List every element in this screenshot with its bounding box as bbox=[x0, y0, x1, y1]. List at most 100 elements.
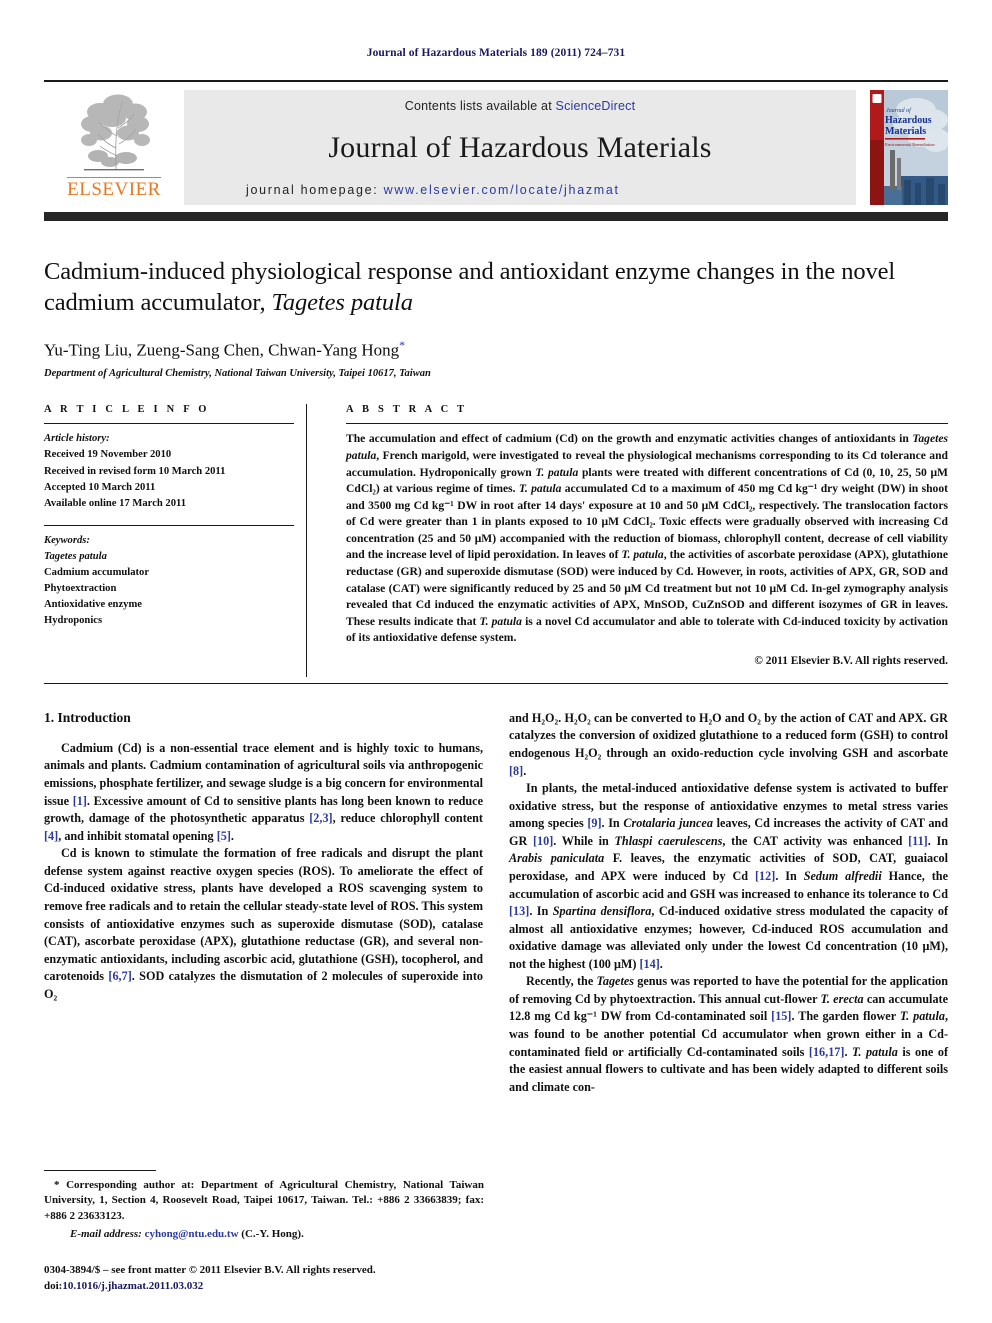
column-divider bbox=[306, 404, 307, 677]
citation-ref[interactable]: [16,17] bbox=[809, 1045, 845, 1059]
para-seg: . bbox=[230, 828, 234, 843]
history-item: Available online 17 March 2011 bbox=[44, 497, 187, 509]
article-page: Journal of Hazardous Materials 189 (2011… bbox=[0, 0, 992, 1323]
para-seg: Recently, the bbox=[526, 974, 597, 989]
citation-ref[interactable]: [9] bbox=[587, 816, 601, 830]
abstract-rule-top bbox=[346, 423, 948, 425]
body-column-left: 1. Introduction Cadmium (Cd) is a non-es… bbox=[44, 710, 483, 1096]
abstract-species: T. patula bbox=[518, 482, 562, 496]
author-names: Yu-Ting Liu, Zueng-Sang Chen, Chwan-Yang… bbox=[44, 340, 400, 360]
para-seg: . In bbox=[529, 904, 553, 919]
citation-ref[interactable]: [12] bbox=[755, 869, 775, 883]
citation-ref[interactable]: [4] bbox=[44, 829, 58, 843]
body-column-right: and H₂O₂. H₂O₂ can be converted to H₂O a… bbox=[509, 710, 948, 1096]
journal-title: Journal of Hazardous Materials bbox=[328, 131, 712, 164]
keyword-item: Hydroponics bbox=[44, 615, 103, 627]
elsevier-logo: ELSEVIER bbox=[44, 82, 184, 221]
journal-cover-thumbnail: Journal of Hazardous Materials Environme… bbox=[870, 90, 948, 205]
para-seg: and H₂O₂. H₂O₂ can be converted to H₂O a… bbox=[509, 710, 948, 761]
corresponding-author-note: * Corresponding author at: Department of… bbox=[44, 1178, 484, 1222]
footnote-block: * Corresponding author at: Department of… bbox=[44, 1169, 484, 1295]
sciencedirect-link[interactable]: ScienceDirect bbox=[556, 99, 636, 113]
para-seg: . bbox=[659, 956, 663, 971]
article-info-column: A R T I C L E I N F O Article history: R… bbox=[44, 404, 306, 667]
affiliation: Department of Agricultural Chemistry, Na… bbox=[44, 368, 431, 380]
citation-ref[interactable]: [5] bbox=[217, 829, 231, 843]
keyword-item: Phytoextraction bbox=[44, 583, 117, 595]
running-head: Journal of Hazardous Materials 189 (2011… bbox=[366, 47, 626, 59]
abstract-copyright: © 2011 Elsevier B.V. All rights reserved… bbox=[754, 654, 948, 667]
abstract-species: T. patula bbox=[535, 465, 579, 479]
elsevier-tree-icon bbox=[81, 94, 150, 171]
keywords-block: Keywords: Tagetes patula Cadmium accumul… bbox=[44, 533, 294, 630]
para-seg: . In bbox=[927, 833, 948, 848]
article-info-rule-top bbox=[44, 423, 294, 425]
species-name: T. patula bbox=[852, 1044, 898, 1059]
email-note: E-mail address: cyhong@ntu.edu.tw (C.-Y.… bbox=[44, 1227, 484, 1243]
species-name: Arabis paniculata bbox=[509, 851, 605, 866]
svg-text:Materials: Materials bbox=[885, 126, 926, 137]
para-seg: . bbox=[523, 763, 527, 778]
keyword-item: Cadmium accumulator bbox=[44, 567, 150, 579]
email-suffix: (C.-Y. Hong). bbox=[238, 1227, 304, 1240]
citation-ref[interactable]: [13] bbox=[509, 904, 529, 918]
paragraph: In plants, the metal-induced antioxidati… bbox=[509, 780, 948, 973]
elsevier-wordmark: ELSEVIER bbox=[67, 177, 161, 200]
citation-ref[interactable]: [14] bbox=[639, 957, 659, 971]
svg-text:Journal of: Journal of bbox=[886, 107, 912, 114]
para-seg: . While in bbox=[553, 833, 615, 848]
citation-ref[interactable]: [15] bbox=[771, 1009, 791, 1023]
citation-ref[interactable]: [8] bbox=[509, 764, 523, 778]
journal-homepage-line: journal homepage: www.elsevier.com/locat… bbox=[184, 183, 856, 197]
para-seg: . In bbox=[601, 816, 624, 831]
para-seg: . The garden flower bbox=[791, 1009, 900, 1024]
body-top-rule bbox=[44, 682, 948, 684]
title-block: Cadmium-induced physiological response a… bbox=[44, 257, 948, 379]
homepage-url-link[interactable]: www.elsevier.com/locate/jhazmat bbox=[384, 183, 620, 197]
info-abstract-region: A R T I C L E I N F O Article history: R… bbox=[44, 404, 948, 679]
para-seg: , the CAT activity was enhanced bbox=[722, 833, 909, 848]
issn-doi-block: 0304-3894/$ – see front matter © 2011 El… bbox=[44, 1263, 484, 1295]
citation-ref[interactable]: [6,7] bbox=[108, 969, 131, 983]
issn-line: 0304-3894/$ – see front matter © 2011 El… bbox=[44, 1264, 376, 1277]
doi-label: doi: bbox=[44, 1280, 63, 1293]
abstract-text: The accumulation and effect of cadmium (… bbox=[346, 431, 948, 647]
abstract-heading: A B S T R A C T bbox=[346, 404, 468, 416]
history-item: Accepted 10 March 2011 bbox=[44, 481, 156, 493]
para-seg: . In bbox=[775, 868, 804, 883]
citation-ref[interactable]: [10] bbox=[533, 834, 553, 848]
keywords-label: Keywords: bbox=[44, 534, 90, 546]
abstract-column: A B S T R A C T The accumulation and eff… bbox=[306, 404, 948, 667]
species-name: Thlaspi caerulescens bbox=[614, 833, 723, 848]
species-name: T. erecta bbox=[820, 991, 864, 1006]
doi-link[interactable]: 10.1016/j.jhazmat.2011.03.032 bbox=[62, 1280, 203, 1292]
contents-prefix: Contents lists available at bbox=[404, 99, 556, 113]
contents-available-line: Contents lists available at ScienceDirec… bbox=[184, 99, 856, 113]
abstract-species: T. patula bbox=[479, 614, 522, 628]
doi-line: doi:10.1016/j.jhazmat.2011.03.032 bbox=[44, 1279, 484, 1295]
paragraph: Cadmium (Cd) is a non-essential trace el… bbox=[44, 740, 483, 845]
paragraph: Recently, the Tagetes genus was reported… bbox=[509, 973, 948, 1096]
species-name: Tagetes bbox=[596, 974, 634, 989]
citation-ref[interactable]: [11] bbox=[908, 834, 928, 848]
corresponding-author-marker: * bbox=[399, 337, 406, 352]
species-name: T. patula bbox=[899, 1009, 945, 1024]
citation-ref[interactable]: [1] bbox=[73, 794, 87, 808]
masthead-bottom-rule bbox=[44, 212, 948, 221]
svg-text:Hazardous: Hazardous bbox=[885, 115, 932, 126]
journal-cover-image: Journal of Hazardous Materials Environme… bbox=[870, 90, 948, 205]
keywords-rule bbox=[44, 524, 294, 526]
species-name: Crotalaria juncea bbox=[623, 816, 713, 831]
section-heading-introduction: 1. Introduction bbox=[44, 709, 131, 725]
email-link[interactable]: cyhong@ntu.edu.tw bbox=[145, 1228, 239, 1240]
species-name: Sedum alfredii bbox=[803, 868, 882, 883]
masthead-center-panel: Contents lists available at ScienceDirec… bbox=[184, 90, 856, 205]
homepage-prefix: journal homepage: bbox=[246, 183, 384, 197]
para-seg: Cd is known to stimulate the formation o… bbox=[44, 846, 483, 984]
para-seg: . bbox=[844, 1044, 853, 1059]
paragraph: Cd is known to stimulate the formation o… bbox=[44, 845, 483, 1003]
paper-title-text: Cadmium-induced physiological response a… bbox=[44, 258, 896, 316]
para-seg: , reduce chlorophyll content bbox=[332, 811, 483, 826]
page-title: Cadmium-induced physiological response a… bbox=[44, 257, 948, 319]
citation-ref[interactable]: [2,3] bbox=[309, 811, 332, 825]
